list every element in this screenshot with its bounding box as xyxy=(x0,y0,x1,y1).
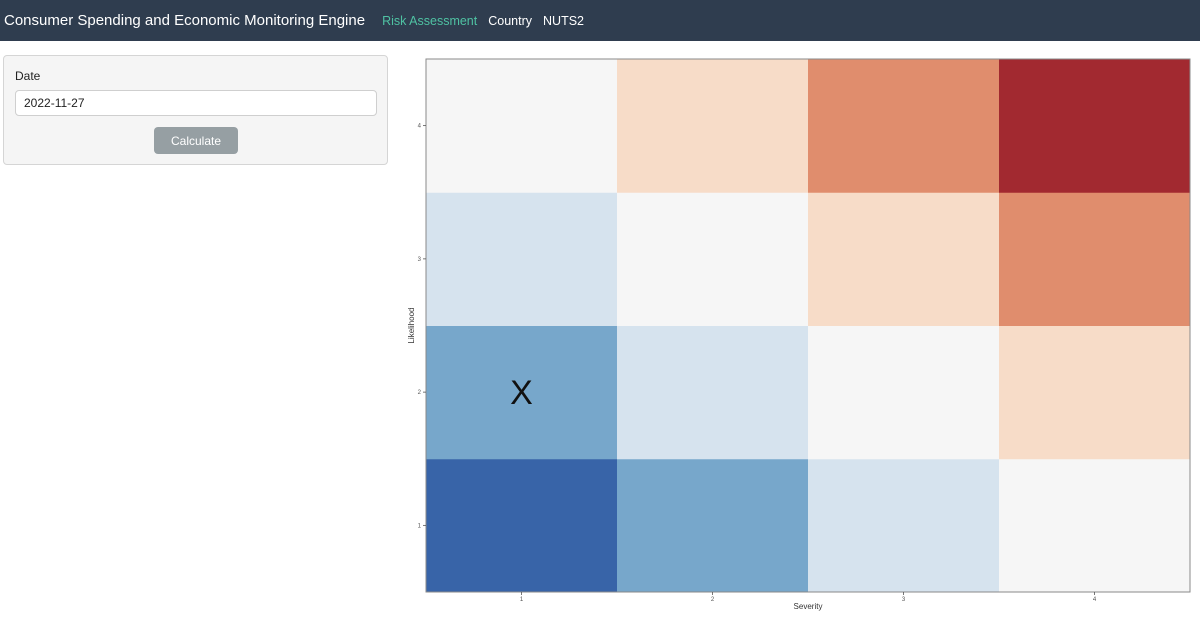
heatmap-cell xyxy=(617,59,809,193)
y-tick-label: 1 xyxy=(418,523,422,529)
heatmap-cell xyxy=(426,458,618,593)
heatmap-cell xyxy=(999,59,1191,193)
x-tick-label: 2 xyxy=(711,597,715,603)
heatmap-cell xyxy=(808,192,1000,326)
heatmap-cell xyxy=(426,59,618,193)
heatmap-cell xyxy=(617,192,809,326)
chart-container: 1 2 3 4 1 2 3 4 Severity Likelihood X xyxy=(0,0,1200,622)
y-axis-title: Likelihood xyxy=(407,307,416,343)
heatmap-cell xyxy=(808,325,1000,460)
y-tick-label: 3 xyxy=(418,257,422,263)
x-tick-label: 4 xyxy=(1093,597,1097,603)
heatmap-cell xyxy=(808,59,1000,193)
heatmap-cell xyxy=(808,458,1000,593)
heatmap-cell xyxy=(999,192,1191,326)
risk-heatmap: 1 2 3 4 1 2 3 4 Severity Likelihood X xyxy=(407,58,1191,611)
heatmap-cell xyxy=(617,458,809,593)
heatmap-cell xyxy=(617,325,809,460)
y-tick-label: 2 xyxy=(418,390,422,396)
x-axis-title: Severity xyxy=(794,602,823,611)
risk-marker: X xyxy=(510,374,533,412)
y-tick-label: 4 xyxy=(418,124,422,130)
heatmap-cell xyxy=(426,192,618,326)
heatmap-cell xyxy=(999,458,1191,593)
x-tick-label: 1 xyxy=(520,597,524,603)
x-tick-label: 3 xyxy=(902,597,906,603)
heatmap-cell xyxy=(999,325,1191,460)
